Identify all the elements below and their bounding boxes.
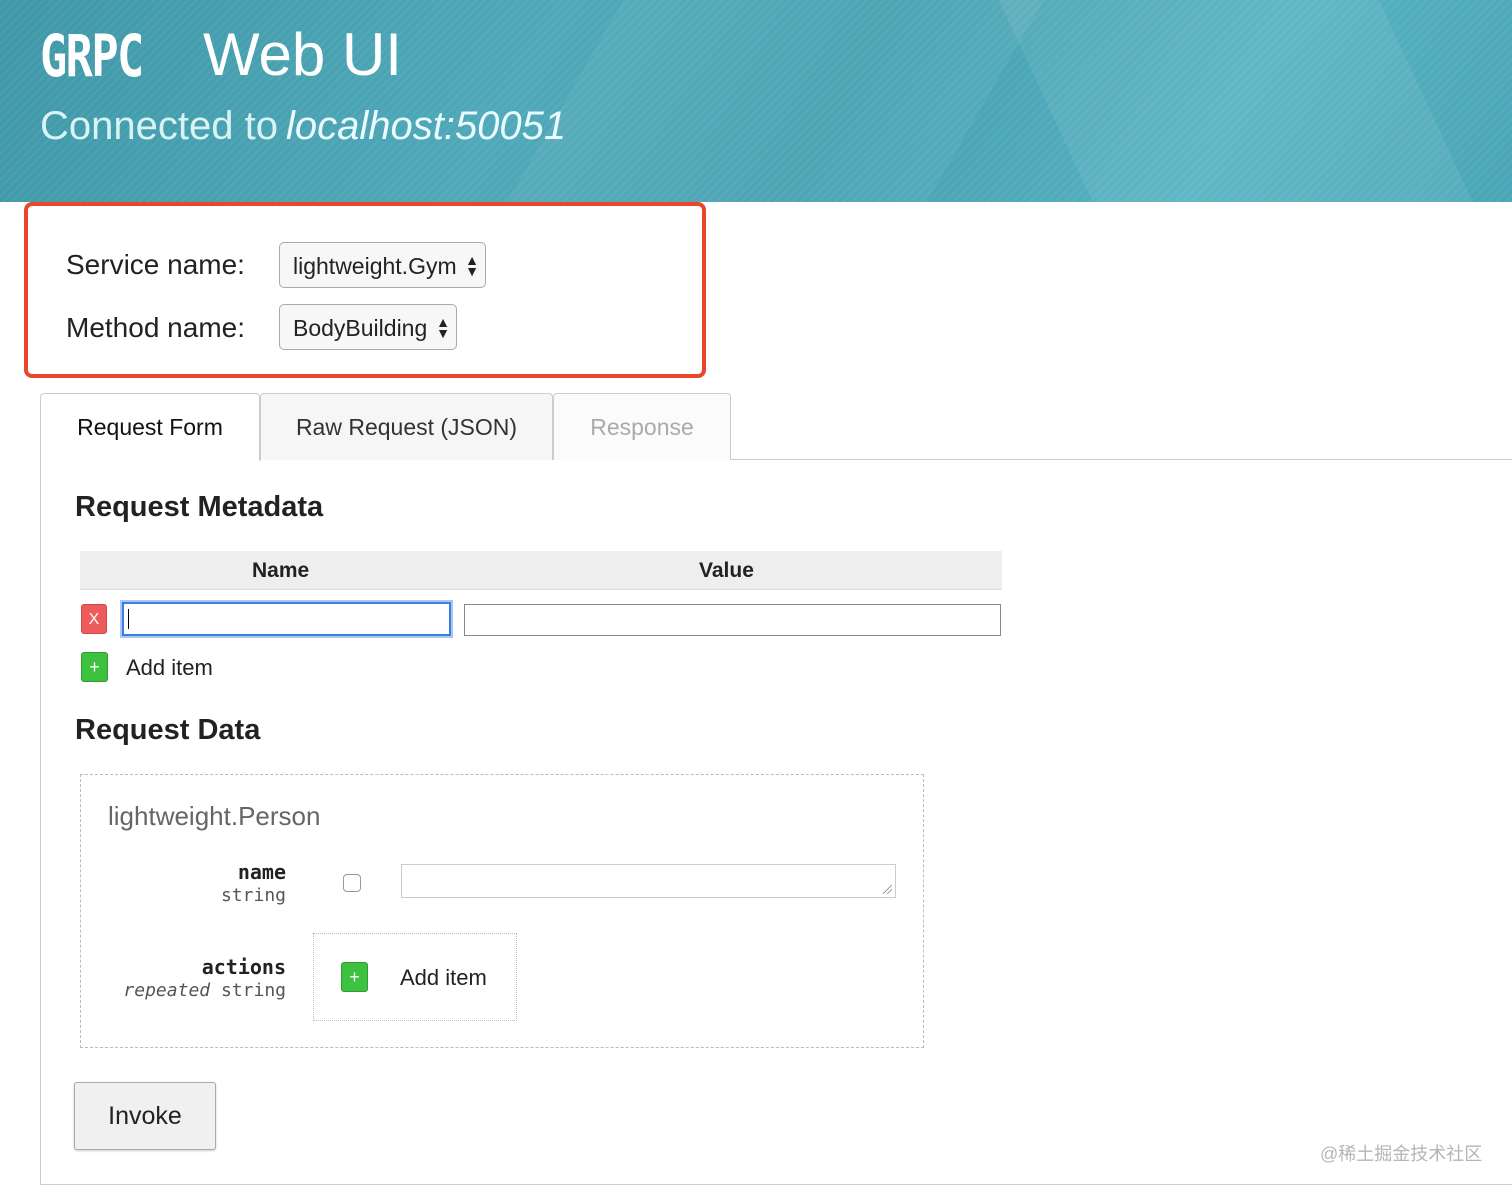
- field-actions-type: repeated string: [100, 980, 286, 1001]
- method-name-select[interactable]: BodyBuilding ▲ ▼: [279, 304, 457, 350]
- connected-host: localhost:50051: [285, 104, 567, 148]
- service-name-select[interactable]: lightweight.Gym ▲ ▼: [279, 242, 486, 288]
- message-type-title: lightweight.Person: [108, 801, 321, 831]
- grpc-logo: GRPC: [40, 22, 144, 90]
- field-name-label: name: [237, 860, 286, 884]
- add-metadata-item-label[interactable]: Add item: [126, 655, 213, 681]
- tab-raw-request[interactable]: Raw Request (JSON): [260, 393, 553, 460]
- app-title: Web UI: [203, 21, 402, 88]
- header-decoration: [473, 0, 1067, 202]
- metadata-value-input[interactable]: [464, 604, 1001, 636]
- field-name-null-checkbox[interactable]: [343, 874, 361, 892]
- tab-divider: [731, 459, 1512, 460]
- text-caret: [128, 609, 129, 629]
- request-data-heading: Request Data: [75, 714, 261, 746]
- field-name-type: string: [220, 885, 286, 906]
- request-metadata-heading: Request Metadata: [75, 491, 324, 523]
- remove-metadata-button[interactable]: X: [81, 604, 107, 634]
- tab-request-form[interactable]: Request Form: [40, 393, 260, 461]
- service-method-highlight: [24, 202, 706, 378]
- method-name-label: Method name:: [66, 312, 245, 343]
- header-banner: GRPC Web UI Connected to localhost:50051: [0, 0, 1512, 202]
- method-name-value: BodyBuilding: [293, 315, 428, 341]
- header-decoration: [989, 0, 1491, 202]
- field-actions-label: actions: [201, 955, 286, 979]
- field-actions-base-type: string: [220, 980, 286, 1001]
- service-name-value: lightweight.Gym: [293, 253, 457, 279]
- add-action-item-label[interactable]: Add item: [400, 965, 487, 991]
- plus-icon[interactable]: +: [341, 962, 368, 992]
- tab-response[interactable]: Response: [553, 393, 731, 460]
- invoke-button[interactable]: Invoke: [74, 1082, 216, 1150]
- field-actions-repeated: repeated: [123, 980, 211, 1001]
- connected-prefix: Connected to: [40, 104, 278, 148]
- plus-icon[interactable]: +: [81, 652, 108, 682]
- resize-grip-icon[interactable]: [883, 885, 892, 894]
- metadata-col-name: Name: [252, 559, 310, 582]
- up-down-arrows-icon: ▲ ▼: [465, 252, 479, 279]
- service-name-label: Service name:: [66, 249, 245, 280]
- connection-status: Connected to localhost:50051: [40, 104, 566, 149]
- watermark: @稀土掘金技术社区: [1320, 1144, 1483, 1164]
- metadata-col-value: Value: [699, 559, 754, 582]
- up-down-arrows-icon: ▲ ▼: [436, 314, 450, 341]
- field-name-textarea[interactable]: [401, 864, 896, 898]
- metadata-name-input[interactable]: [122, 602, 451, 636]
- metadata-table-header: Name Value: [80, 551, 1002, 590]
